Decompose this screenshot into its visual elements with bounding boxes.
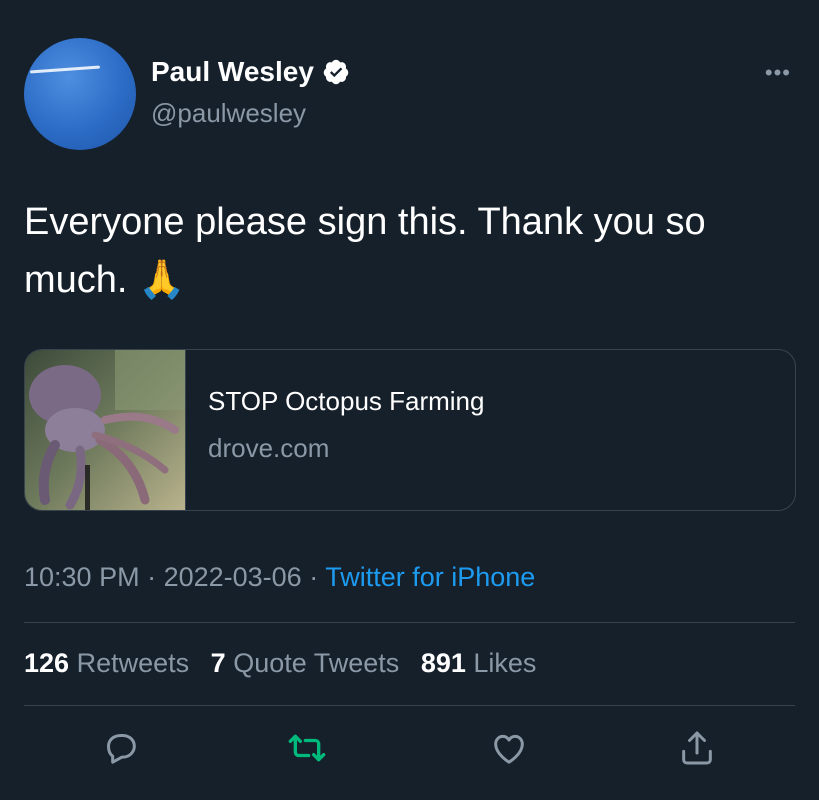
meta-separator: ·	[301, 562, 326, 592]
divider	[24, 705, 795, 706]
link-card-body[interactable]: STOP Octopus Farming drove.com	[186, 350, 484, 510]
quote-tweets-count: 7	[210, 648, 226, 678]
author-handle[interactable]: @paulwesley	[151, 98, 306, 129]
tweet-source-link[interactable]: Twitter for iPhone	[325, 562, 535, 592]
avatar-streak	[29, 65, 101, 74]
quote-tweets-stat[interactable]: 7 Quote Tweets	[211, 648, 400, 678]
reply-icon[interactable]	[101, 728, 141, 768]
like-icon[interactable]	[489, 728, 529, 768]
likes-count: 891	[420, 648, 466, 678]
octopus-thumbnail-image	[25, 350, 186, 510]
tweet-actions-bar	[0, 728, 819, 778]
retweets-count: 126	[24, 648, 70, 678]
tweet-date[interactable]: 2022-03-06	[164, 562, 302, 592]
author-name-row[interactable]: Paul Wesley	[151, 56, 350, 88]
tweet-metadata: 10:30 PM · 2022-03-06 · Twitter for iPho…	[24, 562, 535, 593]
link-card-domain: drove.com	[208, 433, 330, 463]
share-icon[interactable]	[677, 728, 717, 768]
more-icon[interactable]: •••	[765, 60, 791, 86]
retweets-label: Retweets	[76, 648, 190, 678]
retweet-icon[interactable]	[287, 728, 327, 768]
link-card-title[interactable]: STOP Octopus Farming	[208, 386, 484, 417]
tweet-text: Everyone please sign this. Thank you so …	[24, 201, 706, 301]
likes-stat[interactable]: 891 Likes	[421, 648, 537, 678]
quote-tweets-label: Quote Tweets	[233, 648, 400, 678]
retweets-stat[interactable]: 126 Retweets	[24, 648, 189, 678]
likes-label: Likes	[473, 648, 537, 678]
verified-badge-icon	[323, 59, 349, 85]
tweet-time[interactable]: 10:30 PM	[24, 562, 140, 592]
meta-separator: ·	[139, 562, 164, 592]
author-display-name[interactable]: Paul Wesley	[151, 56, 314, 88]
engagement-stats: 126 Retweets 7 Quote Tweets 891 Likes	[24, 648, 550, 679]
link-card[interactable]: STOP Octopus Farming drove.com	[24, 349, 796, 511]
profile-avatar[interactable]	[24, 38, 136, 150]
divider	[24, 622, 795, 623]
